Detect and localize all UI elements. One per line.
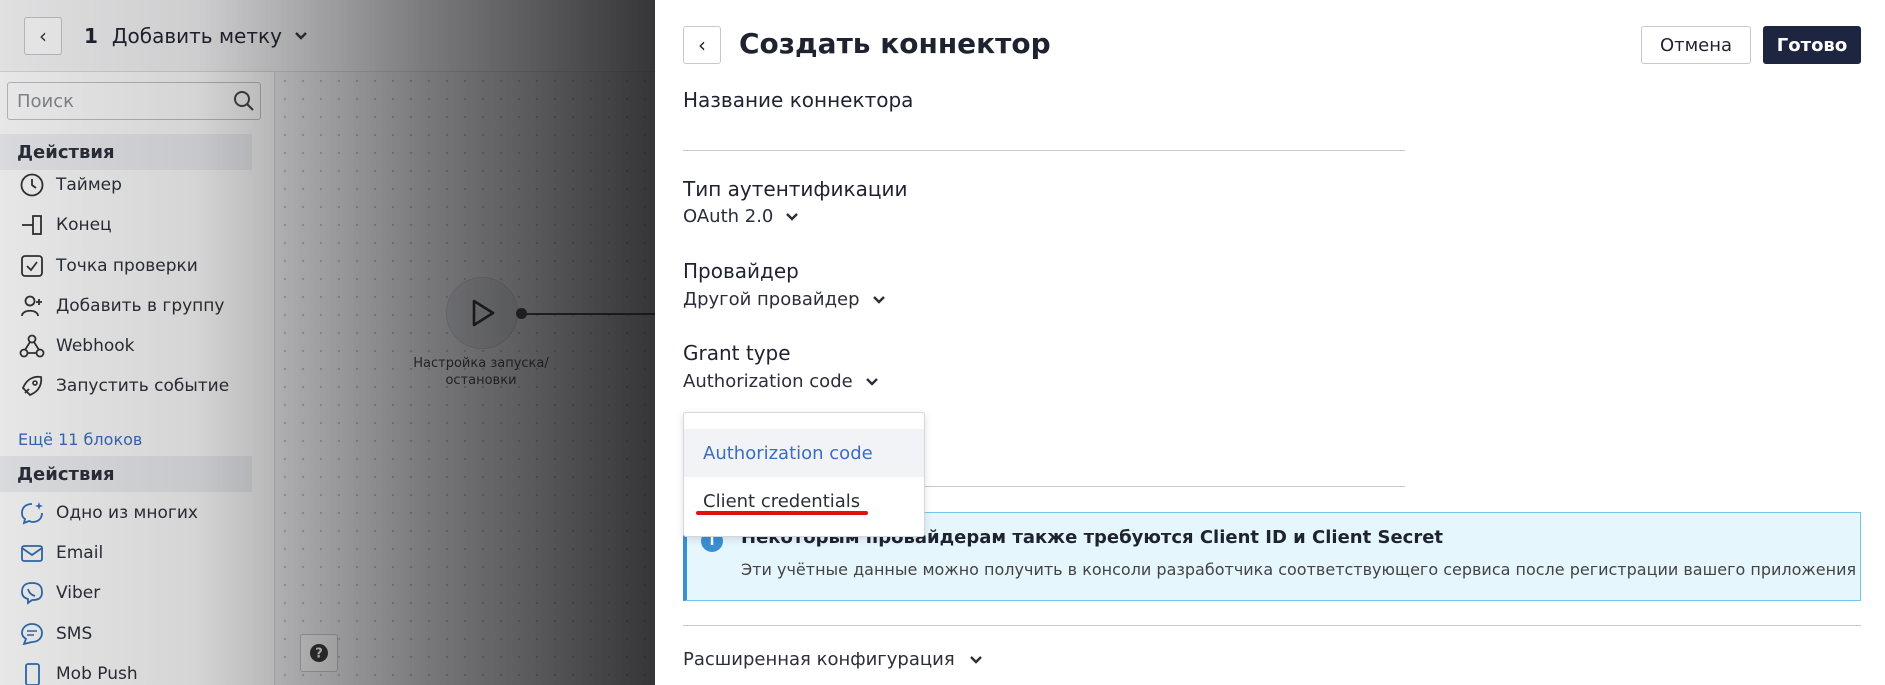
chat-sparkle-icon (17, 498, 47, 528)
chevron-down-icon (969, 655, 983, 665)
chevron-down-icon (785, 212, 799, 222)
clock-icon (17, 170, 47, 200)
info-text: Эти учётные данные можно получить в конс… (741, 560, 1857, 579)
chevron-left-icon: ‹ (698, 33, 706, 57)
start-node-label: Настройка запуска/остановки (413, 356, 549, 388)
grant-type-value: Authorization code (683, 371, 853, 392)
block-one-of-many[interactable]: Одно из многих (17, 496, 198, 530)
add-label-button[interactable]: Добавить метку (112, 24, 282, 48)
block-label: Mob Push (56, 664, 138, 684)
checkbox-icon (17, 251, 47, 281)
block-label: Одно из многих (56, 503, 198, 523)
block-label: Конец (56, 215, 112, 235)
push-icon (17, 659, 47, 685)
search-placeholder: Поиск (17, 90, 75, 112)
block-checkpoint[interactable]: Точка проверки (17, 249, 198, 283)
auth-type-label: Тип аутентификации (683, 177, 908, 201)
connector-name-input[interactable] (683, 115, 1405, 151)
advanced-config-toggle[interactable]: Расширенная конфигурация (683, 649, 983, 670)
block-add-to-group[interactable]: Добавить в группу (17, 289, 224, 323)
chevron-down-icon[interactable] (294, 26, 308, 45)
block-label: Таймер (56, 175, 122, 195)
panel-back-button[interactable]: ‹ (683, 26, 721, 64)
done-button[interactable]: Готово (1763, 26, 1861, 64)
cancel-button[interactable]: Отмена (1641, 26, 1751, 64)
section-divider (683, 625, 1861, 626)
panel-title: Создать коннектор (739, 27, 1051, 60)
email-icon (17, 538, 47, 568)
grant-type-dropdown: Authorization code Client credentials (683, 412, 925, 537)
block-email[interactable]: Email (17, 536, 103, 570)
block-label: SMS (56, 624, 93, 644)
annotation-underline (696, 511, 868, 515)
chevron-left-icon: ‹ (39, 23, 47, 48)
block-label: Запустить событие (56, 376, 230, 396)
provider-value: Другой провайдер (683, 289, 860, 310)
block-trigger-event[interactable]: Запустить событие (17, 369, 229, 403)
block-label: Добавить в группу (56, 296, 225, 316)
editor-back-button[interactable]: ‹ (24, 16, 62, 55)
create-connector-panel: ‹ Создать коннектор Отмена Готово Назван… (655, 0, 1885, 685)
block-sms[interactable]: SMS (17, 617, 92, 651)
block-label: Точка проверки (56, 256, 198, 276)
block-label: Viber (56, 583, 101, 603)
option-client-credentials[interactable]: Client credentials (684, 477, 924, 525)
auth-type-select[interactable]: OAuth 2.0 (683, 206, 799, 227)
provider-label: Провайдер (683, 259, 799, 283)
provider-select[interactable]: Другой провайдер (683, 289, 886, 310)
grant-type-select[interactable]: Authorization code (683, 371, 879, 392)
option-authorization-code[interactable]: Authorization code (684, 429, 924, 477)
end-icon (17, 210, 47, 240)
flow-canvas[interactable]: Настройка запуска/остановки ? (276, 72, 666, 685)
grant-type-label: Grant type (683, 341, 791, 365)
actions-section-header-2[interactable]: Действия (0, 456, 252, 492)
chevron-down-icon (865, 377, 879, 387)
more-blocks-link[interactable]: Ещё 11 блоков (18, 430, 142, 449)
actions-section-header[interactable]: Действия (0, 134, 252, 170)
block-end[interactable]: Конец (17, 208, 112, 242)
node-connection-line (526, 313, 666, 315)
block-viber[interactable]: Viber (17, 576, 100, 610)
step-number: 1 (84, 23, 98, 48)
webhook-icon (17, 331, 47, 361)
block-search-input[interactable]: Поиск (7, 82, 261, 120)
block-timer[interactable]: Таймер (17, 168, 122, 202)
start-node[interactable] (446, 277, 518, 349)
block-label: Email (56, 543, 104, 563)
blocks-sidebar: Поиск Действия Таймер Конец Точка провер… (0, 72, 275, 685)
rocket-icon (17, 371, 47, 401)
block-label: Webhook (56, 336, 135, 356)
connector-name-label: Название коннектора (683, 88, 914, 112)
auth-type-value: OAuth 2.0 (683, 206, 774, 227)
add-user-icon (17, 291, 47, 321)
svg-text:?: ? (315, 647, 323, 662)
block-webhook[interactable]: Webhook (17, 329, 134, 363)
help-button[interactable]: ? (300, 634, 338, 672)
question-icon: ? (310, 644, 328, 662)
chevron-down-icon (872, 295, 886, 305)
block-mob-push[interactable]: Mob Push (17, 657, 138, 685)
editor-topbar: ‹ 1 Добавить метку (0, 0, 655, 72)
advanced-config-label: Расширенная конфигурация (683, 649, 955, 670)
sms-icon (17, 619, 47, 649)
viber-icon (17, 578, 47, 608)
search-icon[interactable] (228, 90, 260, 112)
play-icon (472, 299, 495, 327)
